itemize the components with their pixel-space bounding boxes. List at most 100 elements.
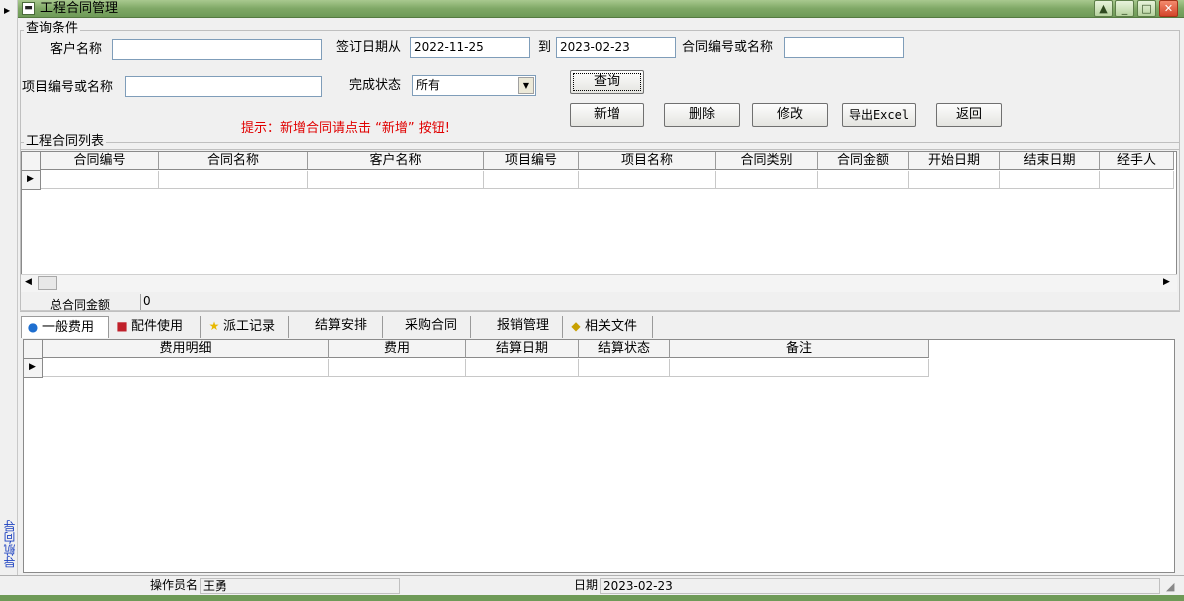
maximize-button[interactable]: □ bbox=[1137, 0, 1156, 17]
restore-up-button[interactable]: ▲ bbox=[1094, 0, 1113, 17]
date-from-input[interactable]: 2022-11-25 bbox=[410, 37, 530, 58]
row-pointer-icon[interactable]: ▶ bbox=[22, 171, 41, 190]
table-cell[interactable] bbox=[670, 359, 929, 377]
total-amount-value: 0 bbox=[140, 294, 1178, 310]
col-header[interactable]: 项目编号 bbox=[484, 152, 579, 170]
project-input[interactable] bbox=[125, 76, 322, 97]
col-header[interactable]: 结算日期 bbox=[466, 340, 579, 358]
table-cell[interactable] bbox=[579, 359, 670, 377]
table-cell[interactable] bbox=[466, 359, 579, 377]
window-menu-icon[interactable]: ▬ bbox=[22, 2, 35, 15]
customer-input[interactable] bbox=[112, 39, 322, 60]
star-icon: ★ bbox=[208, 319, 220, 333]
col-header[interactable]: 客户名称 bbox=[308, 152, 484, 170]
grid-corner bbox=[24, 340, 43, 359]
col-header[interactable]: 结算状态 bbox=[579, 340, 670, 358]
col-header[interactable]: 合同名称 bbox=[159, 152, 308, 170]
add-hint-text: 提示：新增合同请点击 “新增” 按钮! bbox=[241, 121, 450, 136]
col-header[interactable]: 经手人 bbox=[1100, 152, 1174, 170]
chevron-down-icon[interactable]: ▼ bbox=[518, 77, 534, 94]
tab-label: 配件使用 bbox=[131, 319, 184, 334]
tab-label: 采购合同 bbox=[405, 318, 458, 333]
tab-general-fees[interactable]: ● 一般费用 bbox=[21, 316, 109, 338]
operator-label: 操作员名 bbox=[149, 578, 198, 592]
contract-grid[interactable]: 合同编号 合同名称 客户名称 项目编号 项目名称 合同类别 合同金额 开始日期 … bbox=[21, 151, 1177, 292]
contract-label: 合同编号或名称 bbox=[682, 40, 774, 55]
tab-label: 相关文件 bbox=[585, 319, 638, 334]
col-header[interactable]: 费用 bbox=[329, 340, 466, 358]
status-select[interactable]: 所有 ▼ bbox=[412, 75, 536, 96]
window-bottom-border bbox=[0, 595, 1184, 601]
nav-strip: ▶ 导航向导 bbox=[0, 0, 18, 575]
tab-related-files[interactable]: ◆ 相关文件 bbox=[565, 316, 653, 338]
back-button[interactable]: 返回 bbox=[936, 103, 1002, 127]
table-cell[interactable] bbox=[1100, 171, 1174, 189]
col-header[interactable]: 结束日期 bbox=[1000, 152, 1100, 170]
fee-grid[interactable]: 费用明细 费用 结算日期 结算状态 备注 ▶ bbox=[23, 339, 1175, 573]
scroll-right-icon[interactable]: ▶ bbox=[1163, 277, 1170, 287]
sign-date-label: 签订日期从 bbox=[336, 40, 402, 55]
table-cell[interactable] bbox=[41, 171, 159, 189]
table-cell[interactable] bbox=[909, 171, 1000, 189]
tab-label: 报销管理 bbox=[497, 318, 550, 333]
edit-button[interactable]: 修改 bbox=[752, 103, 828, 127]
col-header[interactable]: 合同金额 bbox=[818, 152, 909, 170]
title-bar: ▬ 工程合同管理 ▲ _ □ ✕ bbox=[18, 0, 1184, 18]
col-header[interactable]: 备注 bbox=[670, 340, 929, 358]
tab-label: 派工记录 bbox=[223, 319, 276, 334]
export-excel-button[interactable]: 导出Excel bbox=[842, 103, 916, 127]
tab-settlement[interactable]: 结算安排 bbox=[291, 316, 383, 338]
col-header[interactable]: 项目名称 bbox=[579, 152, 716, 170]
tab-label: 结算安排 bbox=[315, 318, 368, 333]
status-label: 完成状态 bbox=[349, 78, 402, 93]
nav-expand-icon[interactable]: ▶ bbox=[4, 6, 10, 15]
window-title: 工程合同管理 bbox=[40, 1, 119, 16]
col-header[interactable]: 费用明细 bbox=[43, 340, 329, 358]
tab-parts-usage[interactable]: ■ 配件使用 bbox=[111, 316, 201, 338]
search-button[interactable]: 查询 bbox=[570, 70, 644, 94]
scroll-thumb[interactable] bbox=[38, 276, 57, 290]
date-to-input[interactable]: 2023-02-23 bbox=[556, 37, 676, 58]
tab-purchase-contracts[interactable]: 采购合同 bbox=[385, 316, 471, 338]
main-panel: 查询条件 客户名称 签订日期从 2022-11-25 到 2023-02-23 … bbox=[18, 18, 1184, 575]
date-to-label: 到 bbox=[538, 40, 552, 55]
table-cell[interactable] bbox=[579, 171, 716, 189]
row-pointer-icon[interactable]: ▶ bbox=[24, 359, 43, 378]
tab-reimbursement[interactable]: 报销管理 bbox=[473, 316, 563, 338]
close-button[interactable]: ✕ bbox=[1159, 0, 1178, 17]
horizontal-scrollbar[interactable]: ◀ ▶ bbox=[21, 274, 1177, 292]
add-button[interactable]: 新增 bbox=[570, 103, 644, 127]
tab-dispatch-records[interactable]: ★ 派工记录 bbox=[203, 316, 289, 338]
contract-list-title: 工程合同列表 bbox=[24, 134, 107, 149]
detail-tabs: ● 一般费用 ■ 配件使用 ★ 派工记录 结算安排 采购合同 报销管理 ◆ 相关文件 bbox=[21, 316, 1177, 338]
col-header[interactable]: 合同类别 bbox=[716, 152, 818, 170]
col-header[interactable]: 合同编号 bbox=[41, 152, 159, 170]
status-select-value: 所有 bbox=[416, 78, 441, 92]
table-cell[interactable] bbox=[716, 171, 818, 189]
contract-input[interactable] bbox=[784, 37, 904, 58]
status-bar: 操作员名 王勇 日期 2023-02-23 ◢ bbox=[0, 575, 1184, 595]
table-cell[interactable] bbox=[159, 171, 308, 189]
query-group-title: 查询条件 bbox=[24, 21, 81, 36]
table-cell[interactable] bbox=[329, 359, 466, 377]
date-label: 日期 bbox=[573, 578, 598, 592]
project-label: 项目编号或名称 bbox=[22, 80, 114, 95]
globe-icon: ● bbox=[27, 320, 39, 334]
total-amount-label: 总合同金额 bbox=[50, 298, 111, 312]
table-cell[interactable] bbox=[1000, 171, 1100, 189]
operator-value: 王勇 bbox=[200, 578, 400, 594]
col-header[interactable]: 开始日期 bbox=[909, 152, 1000, 170]
nav-guide-label[interactable]: 导航向导 bbox=[1, 520, 17, 568]
resize-grip-icon[interactable]: ◢ bbox=[1166, 580, 1174, 593]
date-value: 2023-02-23 bbox=[600, 578, 1160, 594]
customer-label: 客户名称 bbox=[50, 42, 103, 57]
delete-button[interactable]: 删除 bbox=[664, 103, 740, 127]
total-row: 总合同金额 0 bbox=[20, 294, 1180, 312]
table-cell[interactable] bbox=[43, 359, 329, 377]
box-icon: ■ bbox=[116, 319, 128, 333]
table-cell[interactable] bbox=[308, 171, 484, 189]
table-cell[interactable] bbox=[484, 171, 579, 189]
table-cell[interactable] bbox=[818, 171, 909, 189]
scroll-left-icon[interactable]: ◀ bbox=[25, 277, 32, 287]
minimize-button[interactable]: _ bbox=[1115, 0, 1134, 17]
